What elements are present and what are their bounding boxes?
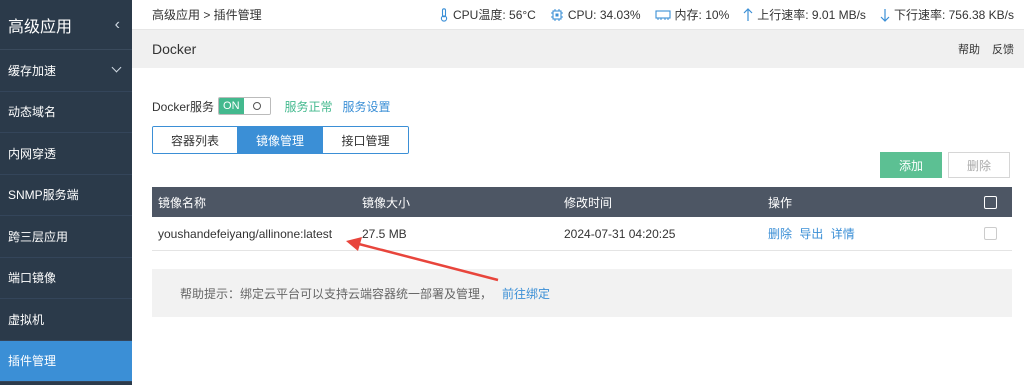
help-tip: 帮助提示：绑定云平台可以支持云端容器统一部署及管理， 前往绑定 [152,269,1012,317]
memory-stat: 内存: 10% [654,6,730,23]
toggle-on-label: ON [219,98,244,114]
sidebar-item-label: 跨三层应用 [8,229,69,244]
help-link[interactable]: 帮助 [958,41,980,57]
circle-icon [252,102,261,110]
service-row: Docker服务 ON 服务正常 服务设置 [152,97,391,115]
header-image-size: 镜像大小 [362,195,411,210]
table-row: youshandefeiyang/allinone:latest 27.5 MB… [152,217,1012,251]
top-bar: 高级应用 > 插件管理 CPU温度: 56°C CPU: 34.03% 内存: … [132,0,1024,30]
image-table: 镜像名称 镜像大小 修改时间 操作 youshandefeiyang/allin… [152,187,1012,251]
tab-container-list[interactable]: 容器列表 [153,127,238,153]
sidebar-header: 高级应用 ‹ [0,0,132,50]
add-button[interactable]: 添加 [880,152,942,178]
toggle-off-indicator [243,98,270,114]
cpu-temperature-value: CPU温度: 56°C [453,8,536,22]
select-all-checkbox[interactable] [983,195,997,209]
sidebar-item-virtual-machine[interactable]: 虚拟机 [0,299,132,341]
cell-image-name: youshandefeiyang/allinone:latest [158,226,333,241]
breadcrumb: 高级应用 > 插件管理 [152,8,262,22]
tab-interface-management[interactable]: 接口管理 [323,127,408,153]
tab-image-management[interactable]: 镜像管理 [238,127,323,153]
service-settings-link[interactable]: 服务设置 [343,98,391,115]
sidebar-item-label: 动态域名 [8,105,57,120]
sidebar-item-port-mirror[interactable]: 端口镜像 [0,258,132,299]
cell-image-size: 27.5 MB [362,226,407,241]
sidebar-item-ddns[interactable]: 动态域名 [0,92,132,133]
feedback-link[interactable]: 反馈 [992,41,1014,57]
tab-bar: 容器列表 镜像管理 接口管理 [152,126,409,154]
service-status: 服务正常 [284,99,333,114]
sidebar-title: 高级应用 [8,18,73,36]
chevron-down-icon [112,65,122,75]
help-tip-text: 帮助提示：绑定云平台可以支持云端容器统一部署及管理， [180,286,493,301]
sidebar-item-cross-layer3[interactable]: 跨三层应用 [0,216,132,258]
sidebar-item-label: 端口镜像 [8,271,57,286]
page-title-bar: Docker 帮助 反馈 [132,30,1024,68]
bind-cloud-link[interactable]: 前往绑定 [502,285,550,302]
service-label: Docker服务 [152,99,215,114]
row-detail-link[interactable]: 详情 [831,227,855,241]
delete-button[interactable]: 删除 [948,152,1010,178]
sidebar-item-plugin-management[interactable]: 插件管理 [0,340,132,382]
cell-operations: 删除 导出 详情 [768,225,968,242]
cell-select [968,227,1012,240]
sidebar-item-label: 插件管理 [8,354,57,369]
table-header: 镜像名称 镜像大小 修改时间 操作 [152,187,1012,217]
header-modified-time: 修改时间 [564,195,613,210]
cell-modified-time: 2024-07-31 04:20:25 [564,226,676,241]
memory-value: 内存: 10% [674,8,730,22]
sidebar-item-cache-acceleration[interactable]: 缓存加速 [0,50,132,92]
system-stats: CPU温度: 56°C CPU: 34.03% 内存: 10% 上行速率: 9.… [425,6,1024,23]
page-title: Docker [152,41,197,57]
upload-value: 上行速率: 9.01 MB/s [757,8,866,22]
memory-icon [654,9,671,21]
arrow-up-icon [743,7,753,22]
sidebar-item-label: SNMP服务端 [8,188,79,203]
sidebar-item-intranet-penetration[interactable]: 内网穿透 [0,133,132,175]
download-value: 下行速率: 756.38 KB/s [893,8,1014,22]
title-links: 帮助 反馈 [946,41,1024,57]
download-stat: 下行速率: 756.38 KB/s [880,6,1014,23]
header-select-all [968,195,1012,209]
arrow-down-icon [880,8,890,22]
row-export-link[interactable]: 导出 [799,227,823,241]
upload-stat: 上行速率: 9.01 MB/s [743,6,866,23]
chip-icon [550,8,564,22]
thermometer-icon [439,7,449,22]
header-image-name: 镜像名称 [158,195,207,210]
sidebar-item-snmp-server[interactable]: SNMP服务端 [0,175,132,216]
row-checkbox[interactable] [983,227,997,240]
service-toggle[interactable]: ON [218,97,271,115]
sidebar-item-label: 缓存加速 [8,63,57,78]
cpu-value: CPU: 34.03% [567,7,641,22]
cpu-temperature-stat: CPU温度: 56°C [439,6,536,23]
sidebar-item-label: 虚拟机 [8,312,45,327]
cpu-stat: CPU: 34.03% [550,8,641,22]
collapse-icon[interactable]: ‹ [115,16,120,34]
sidebar-item-label: 内网穿透 [8,146,57,161]
row-delete-link[interactable]: 删除 [768,227,792,241]
header-operations: 操作 [768,195,793,210]
sidebar: 高级应用 ‹ 缓存加速 动态域名 内网穿透 SNMP服务端 跨三层应用 端口镜像… [0,0,132,385]
